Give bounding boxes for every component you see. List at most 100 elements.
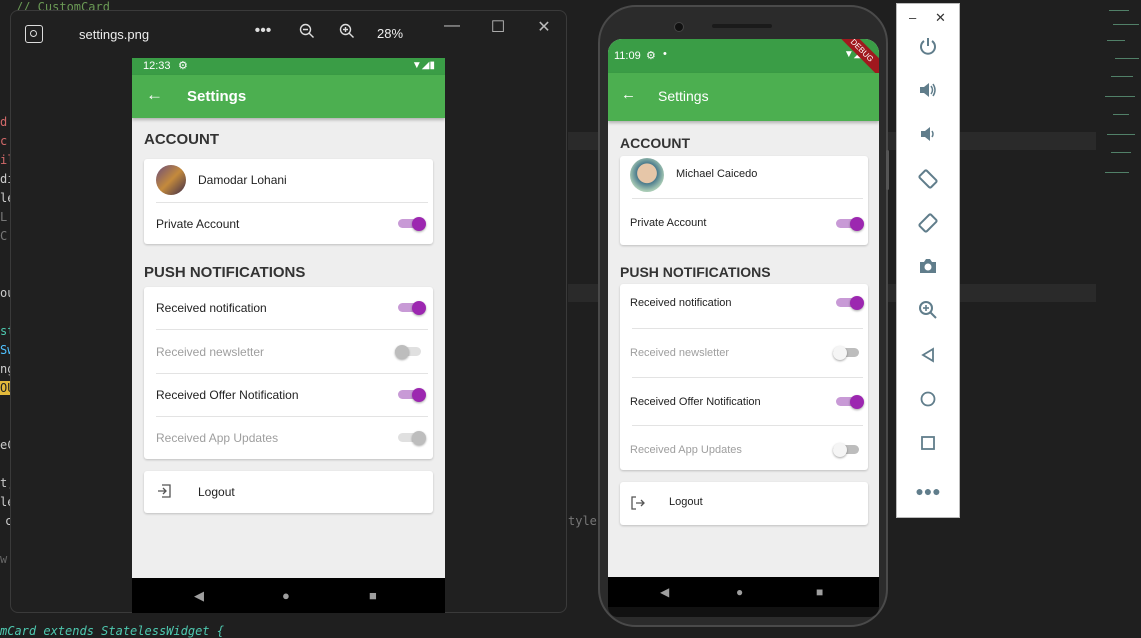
home-icon[interactable]: [913, 388, 943, 418]
viewer-titlebar: settings.png ••• 28% — ☐ ✕: [11, 11, 566, 57]
code-fragment: tyle: [568, 514, 597, 528]
notification-row[interactable]: Received notification: [620, 284, 868, 328]
newsletter-row[interactable]: Received newsletter: [620, 329, 868, 377]
offer-notification-row[interactable]: Received Offer Notification: [144, 374, 433, 417]
app-updates-switch[interactable]: [833, 443, 861, 457]
code-fragment: d: [0, 115, 8, 129]
rotate-right-icon[interactable]: [913, 212, 943, 242]
zoom-in-icon[interactable]: [336, 23, 358, 44]
file-name: settings.png: [79, 27, 150, 42]
offer-notification-row[interactable]: Received Offer Notification: [620, 378, 868, 424]
settings-gear-icon: ⚙: [646, 50, 656, 62]
offer-notification-switch[interactable]: [398, 388, 426, 402]
device-chin: [608, 607, 879, 617]
private-account-switch[interactable]: [836, 217, 864, 231]
back-icon[interactable]: [913, 344, 943, 374]
private-account-label: Private Account: [630, 217, 707, 229]
profile-row[interactable]: Damodar Lohani: [144, 159, 433, 202]
device-side-button: [886, 150, 889, 190]
private-account-switch[interactable]: [398, 217, 426, 231]
push-notifications-header: PUSH NOTIFICATIONS: [144, 264, 306, 281]
editor-minimap[interactable]: [1105, 0, 1141, 200]
volume-up-icon[interactable]: [913, 80, 943, 110]
status-time: 11:09: [614, 50, 641, 62]
status-time: 12:33: [143, 60, 171, 72]
close-button[interactable]: ✕: [534, 17, 554, 37]
private-account-row[interactable]: Private Account: [620, 199, 868, 245]
settings-gear-icon: ⚙: [178, 60, 188, 72]
status-bar: 11:09 ⚙ • ▼◢▮ DEBUG: [608, 39, 879, 79]
private-account-row[interactable]: Private Account: [144, 203, 433, 244]
zoom-out-icon[interactable]: [296, 23, 318, 44]
app-bar-title: Settings: [187, 88, 247, 105]
battery-wifi-icons: ▼◢▮: [411, 60, 435, 71]
nav-back-icon[interactable]: ◀: [660, 585, 669, 599]
profile-row[interactable]: Michael Caicedo: [620, 156, 868, 199]
nav-overview-icon[interactable]: ■: [816, 585, 823, 599]
front-camera: [674, 22, 684, 32]
app-updates-row[interactable]: Received App Updates: [620, 426, 868, 470]
emulator-screen: 11:09 ⚙ • ▼◢▮ DEBUG ← Settings ACCOUNT M…: [608, 39, 879, 607]
code-fragment: C: [0, 229, 8, 243]
app-updates-switch[interactable]: [398, 431, 426, 445]
emulator-minimize-button[interactable]: –: [909, 10, 916, 25]
maximize-button[interactable]: ☐: [488, 17, 508, 37]
newsletter-switch[interactable]: [833, 346, 861, 360]
nav-home-icon[interactable]: ●: [736, 585, 743, 599]
logout-card[interactable]: Logout: [144, 471, 433, 513]
zoom-level[interactable]: 28%: [377, 26, 403, 41]
app-bar-title: Settings: [658, 88, 709, 104]
logout-label: Logout: [198, 485, 235, 499]
app-updates-label: Received App Updates: [630, 444, 742, 456]
notification-row[interactable]: Received notification: [144, 287, 433, 330]
nav-home-icon[interactable]: ●: [282, 588, 290, 603]
nav-back-icon[interactable]: ◀: [194, 588, 204, 604]
app-bar: ← Settings: [132, 75, 445, 118]
navigation-bar: ◀ ● ■: [608, 577, 879, 607]
app-updates-label: Received App Updates: [156, 431, 279, 445]
user-name: Damodar Lohani: [198, 173, 287, 187]
more-options-icon[interactable]: •••: [252, 22, 274, 40]
code-fragment: c: [0, 134, 8, 148]
back-arrow-icon[interactable]: ←: [146, 85, 163, 105]
logout-icon: [156, 483, 172, 504]
notifications-card: Received notification Received newslette…: [620, 284, 868, 470]
account-header: ACCOUNT: [620, 135, 690, 151]
notification-label: Received notification: [630, 297, 732, 309]
camera-icon[interactable]: [913, 256, 943, 286]
avatar: [630, 158, 664, 192]
more-icon[interactable]: ●●●: [913, 476, 943, 506]
rotate-left-icon[interactable]: [913, 168, 943, 198]
app-updates-row[interactable]: Received App Updates: [144, 417, 433, 459]
newsletter-label: Received newsletter: [630, 347, 730, 359]
offer-notification-switch[interactable]: [836, 395, 864, 409]
logout-icon: [630, 495, 646, 516]
photos-app-icon: [25, 25, 43, 43]
emulator-toolbar: – ✕ ●●●: [896, 3, 960, 518]
back-arrow-icon[interactable]: ←: [621, 86, 636, 103]
zoom-icon[interactable]: [913, 300, 943, 330]
minimize-button[interactable]: —: [442, 17, 462, 35]
overview-icon[interactable]: [913, 432, 943, 462]
notification-label: Received notification: [156, 301, 267, 315]
avatar: [156, 165, 186, 195]
code-fragment: L: [0, 210, 8, 224]
code-bottom-line: mCard extends StatelessWidget {: [0, 624, 224, 638]
newsletter-label: Received newsletter: [156, 345, 265, 359]
newsletter-switch[interactable]: [395, 345, 423, 359]
logout-label: Logout: [669, 496, 703, 508]
volume-down-icon[interactable]: [913, 124, 943, 154]
power-icon[interactable]: [913, 36, 943, 66]
logout-card[interactable]: Logout: [620, 482, 868, 525]
notification-dot-icon: •: [663, 48, 667, 60]
account-header: ACCOUNT: [144, 131, 219, 148]
newsletter-row[interactable]: Received newsletter: [144, 330, 433, 373]
offer-notification-label: Received Offer Notification: [156, 388, 299, 402]
nav-overview-icon[interactable]: ■: [369, 588, 377, 603]
app-bar: ← Settings: [608, 73, 879, 121]
emulator-close-button[interactable]: ✕: [935, 10, 946, 26]
navigation-bar: ◀ ● ■: [132, 578, 445, 613]
notification-switch[interactable]: [398, 301, 426, 315]
notification-switch[interactable]: [836, 296, 864, 310]
status-bar: 12:33 ⚙ ▼◢▮: [132, 58, 445, 75]
